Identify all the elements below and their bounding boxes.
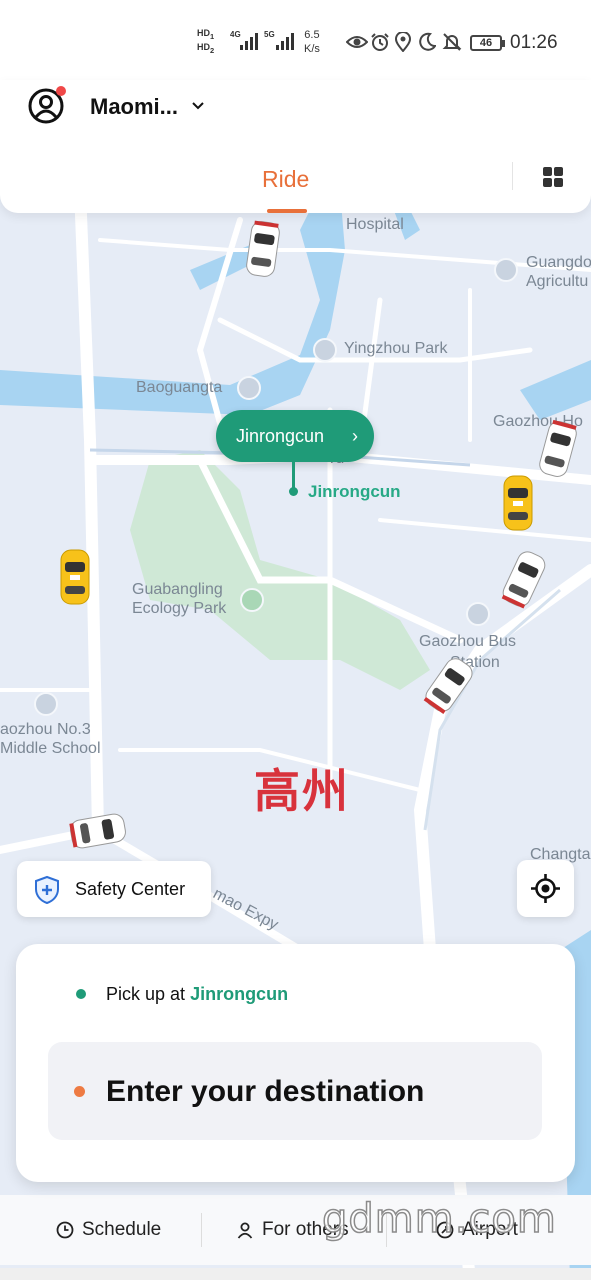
destination-input[interactable]: Enter your destination: [48, 1042, 542, 1140]
taxi-icon: [60, 549, 90, 605]
map-label-guangdong-1: Guangdo: [526, 254, 591, 271]
watermark: gdmm.com: [321, 1195, 557, 1243]
person-icon: [237, 1222, 253, 1239]
safety-center-label: Safety Center: [75, 879, 186, 899]
pickup-prefix: Pick up at: [106, 984, 186, 1004]
alarm-icon: [370, 32, 390, 52]
pickup-row[interactable]: Pick up at Jinrongcun: [106, 984, 288, 1005]
school-icon: [34, 692, 58, 716]
map-label-school-1: aozhou No.3: [0, 721, 91, 738]
grid-menu-icon[interactable]: [542, 166, 564, 188]
safety-center-button[interactable]: Safety Center: [17, 861, 211, 917]
clock-icon: [56, 1221, 74, 1239]
destination-placeholder: Enter your destination: [106, 1075, 425, 1108]
location-icon: [394, 31, 414, 53]
pickup-location-bubble[interactable]: Jinrongcun ›: [216, 410, 374, 462]
tab-ride[interactable]: Ride: [262, 166, 309, 193]
status-time: 01:26: [510, 32, 558, 53]
map-label-bus-station-1: Gaozhou Bus: [419, 633, 516, 650]
locate-me-button[interactable]: [517, 860, 574, 917]
network-type-2: 5G: [264, 30, 275, 39]
map-label-guabangling-2: Ecology Park: [132, 600, 227, 617]
bell-off-icon: [442, 32, 462, 52]
destination-dot: [74, 1086, 85, 1097]
chevron-right-icon: ›: [352, 426, 358, 446]
taxi-icon: [503, 475, 533, 531]
pickup-dot: [76, 989, 86, 999]
status-icons: [345, 31, 462, 53]
chevron-down-icon[interactable]: [190, 98, 206, 114]
pickup-pin-dot: [289, 487, 298, 496]
landmark-icon: [237, 376, 261, 400]
pickup-place: Jinrongcun: [190, 984, 289, 1004]
account-switcher[interactable]: Maomi...: [90, 94, 178, 120]
school-icon: [494, 258, 518, 282]
map-label-hospital: Hospital: [346, 216, 404, 233]
bus-icon: [466, 602, 490, 626]
trip-card: Pick up at Jinrongcun Enter your destina…: [16, 944, 575, 1182]
map-label-guangdong-2: Agricultu: [526, 273, 589, 290]
pickup-map-label: Jinrongcun: [308, 482, 401, 501]
divider: [512, 162, 513, 190]
map-label-school-2: Middle School: [0, 740, 101, 757]
network-speed: 6.5 K/s: [304, 29, 320, 55]
map-label-guabangling-1: Guabangling: [132, 581, 223, 598]
signal-icon-2: [276, 32, 294, 50]
eye-icon: [345, 32, 369, 52]
shield-icon: [35, 875, 59, 905]
map-label-yingzhou: Yingzhou Park: [344, 340, 448, 357]
park-icon: [313, 338, 337, 362]
schedule-button[interactable]: Schedule: [56, 1219, 161, 1241]
crosshair-icon: [531, 874, 560, 903]
moon-icon: [418, 32, 438, 52]
city-label: 高州: [254, 764, 350, 818]
app-header: Maomi... Ride: [0, 80, 591, 213]
signal-icon-1: [240, 32, 258, 50]
battery-icon: 46: [470, 35, 505, 51]
status-bar: HD1 HD2 4G 5G 6.5 K/s 46 01:26: [0, 0, 591, 80]
pickup-pin-stem: [292, 460, 295, 490]
divider: [201, 1213, 202, 1247]
map-label-baoguangta: Baoguangta: [136, 379, 223, 396]
notification-dot: [56, 86, 66, 96]
park-icon: [240, 588, 264, 612]
hd-indicator: HD1 HD2: [197, 28, 215, 55]
tab-active-indicator: [267, 209, 307, 213]
profile-avatar[interactable]: [28, 86, 66, 124]
system-nav-bar: [0, 1268, 591, 1280]
